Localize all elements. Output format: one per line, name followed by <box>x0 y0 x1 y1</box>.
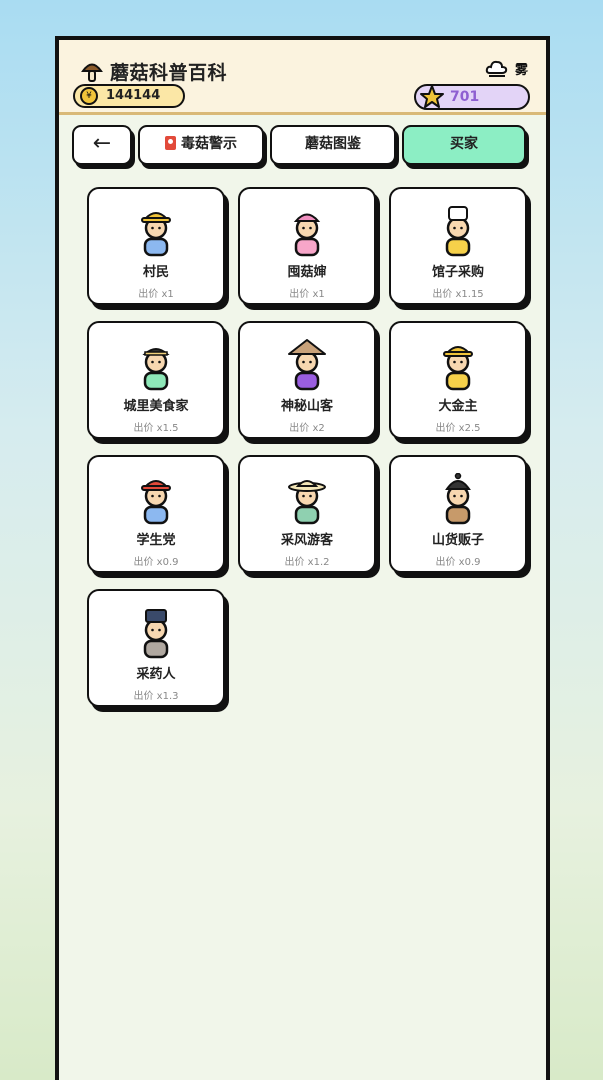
buyer-avatar-icon <box>142 348 170 391</box>
buyer-name: 学生党 <box>136 533 176 548</box>
buyer-avatar-icon <box>141 480 171 525</box>
buyer-price-multiplier: 出价 x1.2 <box>284 557 330 568</box>
header-bar: 蘑菇科普百科 ¥ 144144 雾 701 <box>59 40 546 115</box>
star-balance: 701 <box>414 84 530 110</box>
tab-poison-warning[interactable]: 毒菇警示 <box>138 125 264 165</box>
buyer-name: 采药人 <box>136 667 176 682</box>
buyer-card[interactable]: 城里美食家 出价 x1.5 <box>87 321 225 439</box>
buyer-card[interactable]: 山货贩子 出价 x0.9 <box>389 455 527 573</box>
buyer-name: 山货贩子 <box>431 533 484 548</box>
coin-value: 144144 <box>106 88 161 103</box>
buyer-avatar-icon <box>288 339 326 391</box>
buyer-card[interactable]: 村民 出价 x1 <box>87 187 225 305</box>
buyer-card[interactable]: 神秘山客 出价 x2 <box>238 321 376 439</box>
buyer-price-multiplier: 出价 x1.5 <box>133 423 179 434</box>
buyer-price-multiplier: 出价 x1.3 <box>133 691 179 702</box>
title-row: 蘑菇科普百科 <box>81 58 227 85</box>
buyer-price-multiplier: 出价 x2.5 <box>435 423 481 434</box>
buyer-name: 馆子采购 <box>431 265 484 280</box>
buyer-name: 城里美食家 <box>123 399 189 414</box>
buyer-name: 神秘山客 <box>280 399 333 414</box>
star-icon <box>420 85 444 108</box>
buyer-card[interactable]: 大金主 出价 x2.5 <box>389 321 527 439</box>
tab-poison-warning-label: 毒菇警示 <box>181 136 237 152</box>
buyer-price-multiplier: 出价 x0.9 <box>133 557 179 568</box>
app-frame: 蘑菇科普百科 ¥ 144144 雾 701 ← 毒菇警示 蘑菇图鉴 买家 村民 … <box>55 36 550 1080</box>
tab-buyers[interactable]: 买家 <box>402 125 526 165</box>
buyer-price-multiplier: 出价 x2 <box>289 423 325 434</box>
fog-cloud-icon <box>485 60 508 77</box>
warning-card-icon <box>165 136 176 150</box>
tab-mushroom-guide-label: 蘑菇图鉴 <box>305 136 361 152</box>
buyer-price-multiplier: 出价 x1.15 <box>432 289 484 300</box>
buyer-avatar-icon <box>445 473 471 525</box>
coin-balance: ¥ 144144 <box>73 84 185 108</box>
tab-mushroom-guide[interactable]: 蘑菇图鉴 <box>270 125 396 165</box>
buyer-avatar-icon <box>293 213 321 257</box>
buyer-name: 大金主 <box>438 399 478 414</box>
buyer-name: 村民 <box>142 265 169 280</box>
star-value: 701 <box>450 89 480 105</box>
weather-indicator: 雾 <box>485 58 528 78</box>
buyer-avatar-icon <box>445 206 471 257</box>
mushroom-icon <box>81 63 103 82</box>
back-button[interactable]: ← <box>72 125 132 165</box>
buyer-name: 囤菇婶 <box>287 265 327 280</box>
buyer-price-multiplier: 出价 x1 <box>289 289 325 300</box>
tab-bar: ← 毒菇警示 蘑菇图鉴 买家 <box>59 125 546 169</box>
buyer-card[interactable]: 学生党 出价 x0.9 <box>87 455 225 573</box>
buyer-card[interactable]: 馆子采购 出价 x1.15 <box>389 187 527 305</box>
coin-icon: ¥ <box>80 87 98 105</box>
buyer-avatar-icon <box>143 609 169 659</box>
buyer-name: 采风游客 <box>280 533 333 548</box>
buyer-card[interactable]: 采风游客 出价 x1.2 <box>238 455 376 573</box>
weather-label: 雾 <box>514 62 528 78</box>
buyer-avatar-icon <box>288 480 326 525</box>
buyer-avatar-icon <box>443 346 473 391</box>
buyer-card[interactable]: 采药人 出价 x1.3 <box>87 589 225 707</box>
page-title: 蘑菇科普百科 <box>110 62 228 84</box>
buyer-price-multiplier: 出价 x1 <box>138 289 174 300</box>
buyer-card[interactable]: 囤菇婶 出价 x1 <box>238 187 376 305</box>
buyer-avatar-icon <box>141 212 171 257</box>
tab-buyers-label: 买家 <box>450 136 478 152</box>
buyer-price-multiplier: 出价 x0.9 <box>435 557 481 568</box>
